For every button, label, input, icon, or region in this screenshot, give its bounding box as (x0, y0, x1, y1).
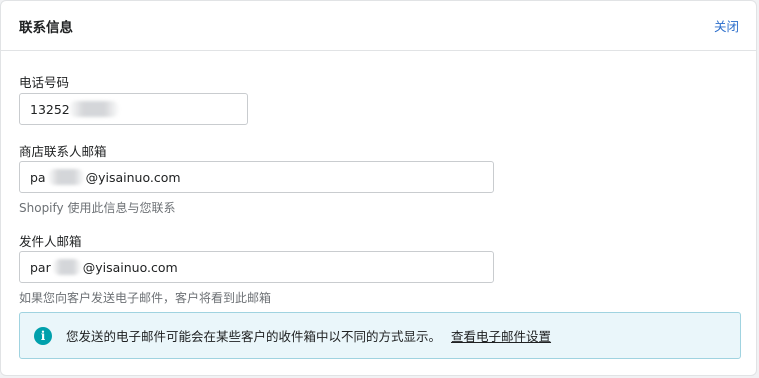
phone-input[interactable]: 13252 (19, 93, 248, 125)
card-header: 联系信息 关闭 (1, 1, 756, 51)
store-email-value-prefix: pa (30, 169, 46, 185)
phone-label: 电话号码 (19, 75, 70, 90)
redacted-blur (46, 169, 85, 185)
banner-text: 您发送的电子邮件可能会在某些客户的收件箱中以不同的方式显示。 (66, 329, 442, 344)
store-email-label: 商店联系人邮箱 (19, 144, 107, 159)
sender-email-value-prefix: par (30, 259, 51, 275)
close-link[interactable]: 关闭 (714, 16, 739, 35)
card-title: 联系信息 (19, 19, 73, 36)
store-email-help: Shopify 使用此信息与您联系 (19, 201, 176, 215)
sender-email-value-suffix: @yisainuo.com (82, 259, 178, 275)
sender-email-input[interactable]: par @yisainuo.com (19, 251, 494, 283)
info-banner: i 您发送的电子邮件可能会在某些客户的收件箱中以不同的方式显示。 查看电子邮件设… (19, 312, 741, 359)
sender-email-help: 如果您向客户发送电子邮件，客户将看到此邮箱 (19, 291, 272, 305)
redacted-blur (67, 101, 120, 117)
contact-info-card: 联系信息 关闭 电话号码 13252 商店联系人邮箱 pa @yisainuo.… (0, 0, 757, 376)
phone-value: 13252 (30, 101, 70, 117)
redacted-blur (51, 259, 82, 275)
store-email-input[interactable]: pa @yisainuo.com (19, 161, 494, 193)
sender-email-label: 发件人邮箱 (19, 234, 82, 249)
email-settings-link[interactable]: 查看电子邮件设置 (451, 326, 551, 345)
info-icon: i (34, 326, 52, 345)
store-email-value-suffix: @yisainuo.com (85, 169, 181, 185)
